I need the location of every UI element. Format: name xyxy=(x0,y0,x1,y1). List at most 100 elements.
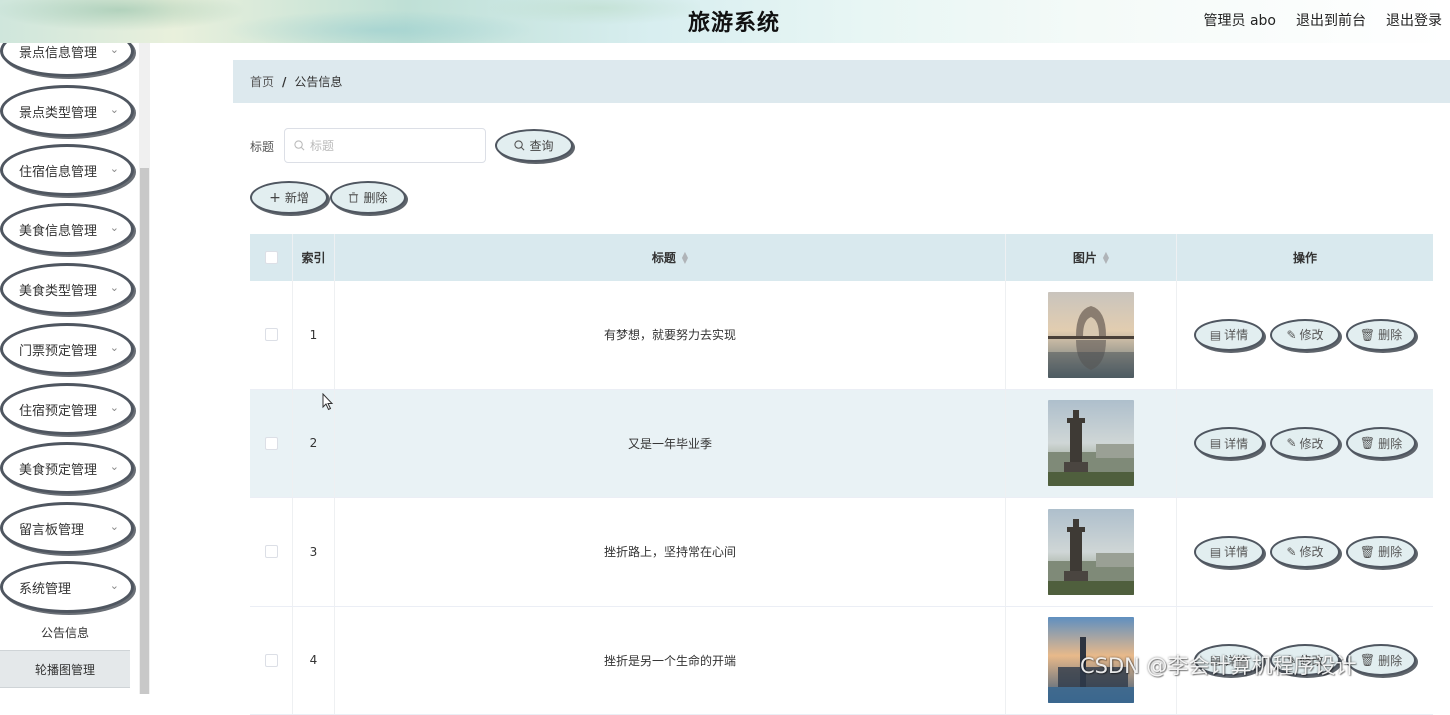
search-label: 标题 xyxy=(250,138,274,155)
plus-icon: + xyxy=(269,190,281,206)
logout-link[interactable]: 退出登录 xyxy=(1386,10,1442,30)
table-row: 3 挫折路上，坚持常在心间 ▤详情 ✎修改 🗑删除 xyxy=(250,498,1433,607)
user-label: 管理员 abo xyxy=(1204,10,1276,30)
delete-button[interactable]: 🗑删除 xyxy=(1346,536,1416,568)
sidebar-subitem-label: 轮播图管理 xyxy=(35,661,95,678)
sidebar-item-label: 美食类型管理 xyxy=(19,280,97,299)
table-row: 2 又是一年毕业季 ▤详情 ✎修改 🗑删除 xyxy=(250,390,1433,499)
edit-button[interactable]: ✎ 修改 xyxy=(1270,427,1340,459)
row-checkbox[interactable] xyxy=(265,545,278,558)
chevron-down-icon: ⌄ xyxy=(110,281,119,294)
row-image-cell xyxy=(1006,390,1177,498)
document-icon: ▤ xyxy=(1210,328,1221,342)
add-button-label: 新增 xyxy=(285,189,309,206)
breadcrumb-home[interactable]: 首页 xyxy=(250,73,274,90)
sidebar-subitem-carousel[interactable]: 轮播图管理 xyxy=(0,650,130,688)
edit-button-label: 修改 xyxy=(1300,326,1324,343)
detail-button[interactable]: ▤详情 xyxy=(1194,427,1264,459)
sidebar-subitem-label: 公告信息 xyxy=(41,624,89,641)
detail-button[interactable]: ▤详情 xyxy=(1194,536,1264,568)
thumbnail-image xyxy=(1048,400,1134,486)
breadcrumb-current: 公告信息 xyxy=(294,73,342,90)
detail-button-label: 详情 xyxy=(1224,543,1248,560)
chevron-down-icon: ⌄ xyxy=(110,103,119,116)
row-index: 4 xyxy=(293,607,335,715)
batch-delete-button[interactable]: 删除 xyxy=(330,181,406,214)
trash-icon: 🗑 xyxy=(1360,545,1375,559)
sidebar-item-label: 门票预定管理 xyxy=(19,340,97,359)
trash-icon: 🗑 xyxy=(1360,653,1375,667)
column-header-image[interactable]: 图片 ▲▼ xyxy=(1006,234,1177,281)
row-checkbox[interactable] xyxy=(265,328,278,341)
notice-table: 索引 标题 ▲▼ 图片 ▲▼ 操作 1 有梦想，就要努力去实现 xyxy=(250,234,1433,715)
chevron-down-icon: ⌄ xyxy=(110,401,119,414)
column-header-title[interactable]: 标题 ▲▼ xyxy=(335,234,1006,281)
row-title: 又是一年毕业季 xyxy=(335,390,1006,498)
sidebar-item-scenic-type[interactable]: 景点类型管理 ⌄ xyxy=(0,85,134,137)
detail-button-label: 详情 xyxy=(1224,326,1248,343)
thumbnail-image xyxy=(1048,292,1134,378)
chevron-down-icon: ⌄ xyxy=(110,579,119,592)
sidebar-item-label: 系统管理 xyxy=(19,578,71,597)
sidebar-item-system[interactable]: 系统管理 ⌄ xyxy=(0,561,134,613)
row-ops: ▤详情 ✎修改 🗑删除 xyxy=(1177,498,1433,606)
column-header-ops: 操作 xyxy=(1177,234,1433,281)
add-button[interactable]: + 新增 xyxy=(250,181,328,214)
detail-button[interactable]: ▤详情 xyxy=(1194,319,1264,351)
document-icon: ▤ xyxy=(1210,545,1221,559)
trash-icon: 🗑 xyxy=(1360,328,1375,342)
row-check-cell xyxy=(250,607,293,715)
detail-button-label: 详情 xyxy=(1224,435,1248,452)
breadcrumb-separator: / xyxy=(282,75,286,89)
select-all-checkbox[interactable] xyxy=(265,251,278,264)
mouse-cursor-icon xyxy=(322,393,334,411)
chevron-down-icon: ⌄ xyxy=(110,341,119,354)
chevron-down-icon: ⌄ xyxy=(110,520,119,533)
table-row: 1 有梦想，就要努力去实现 ▤详情 ✎修改 🗑删除 xyxy=(250,281,1433,390)
query-button-label: 查询 xyxy=(529,137,553,154)
sidebar-item-lodging-booking[interactable]: 住宿预定管理 ⌄ xyxy=(0,383,134,435)
pencil-icon: ✎ xyxy=(1286,545,1296,559)
search-icon xyxy=(514,140,525,151)
delete-button[interactable]: 🗑删除 xyxy=(1346,427,1416,459)
search-input-wrapper[interactable] xyxy=(284,128,486,163)
query-button[interactable]: 查询 xyxy=(495,129,573,162)
sort-icon[interactable]: ▲▼ xyxy=(682,252,688,264)
sort-icon[interactable]: ▲▼ xyxy=(1103,252,1109,264)
row-index: 3 xyxy=(293,498,335,606)
thumbnail-image xyxy=(1048,509,1134,595)
search-input[interactable] xyxy=(310,139,480,153)
top-header: 旅游系统 管理员 abo 退出到前台 退出登录 xyxy=(0,0,1450,43)
chevron-down-icon: ⌄ xyxy=(110,460,119,473)
delete-button-label: 删除 xyxy=(1378,652,1402,669)
row-ops: ▤详情 ✎ 修改 🗑删除 xyxy=(1177,390,1433,498)
sidebar-item-ticket-booking[interactable]: 门票预定管理 ⌄ xyxy=(0,323,134,375)
sidebar-item-message-board[interactable]: 留言板管理 ⌄ xyxy=(0,502,134,554)
sidebar-item-scenic-info[interactable]: 景点信息管理 ⌄ xyxy=(0,43,134,77)
chevron-down-icon: ⌄ xyxy=(110,162,119,175)
sidebar-item-food-booking[interactable]: 美食预定管理 ⌄ xyxy=(0,442,134,494)
trash-icon: 🗑 xyxy=(1360,436,1375,450)
edit-button[interactable]: ✎ 修改 xyxy=(1270,319,1340,351)
sidebar-scrollbar[interactable] xyxy=(139,43,150,694)
sidebar-item-food-info[interactable]: 美食信息管理 ⌄ xyxy=(0,203,134,255)
edit-button-label: 修改 xyxy=(1300,435,1324,452)
row-checkbox[interactable] xyxy=(265,437,278,450)
back-to-front-link[interactable]: 退出到前台 xyxy=(1296,10,1366,30)
sidebar-item-label: 美食预定管理 xyxy=(19,459,97,478)
table-header: 索引 标题 ▲▼ 图片 ▲▼ 操作 xyxy=(250,234,1433,281)
row-image-cell xyxy=(1006,498,1177,606)
row-title: 挫折是另一个生命的开端 xyxy=(335,607,1006,715)
sidebar-scrollbar-thumb[interactable] xyxy=(140,168,149,694)
edit-button[interactable]: ✎修改 xyxy=(1270,536,1340,568)
sidebar-subitem-notice[interactable]: 公告信息 xyxy=(0,613,130,651)
sidebar-item-lodging-info[interactable]: 住宿信息管理 ⌄ xyxy=(0,144,134,196)
sidebar-item-food-type[interactable]: 美食类型管理 ⌄ xyxy=(0,263,134,315)
row-checkbox[interactable] xyxy=(265,654,278,667)
sidebar-item-label: 住宿预定管理 xyxy=(19,400,97,419)
delete-button[interactable]: 🗑删除 xyxy=(1346,319,1416,351)
pencil-icon: ✎ xyxy=(1286,328,1296,342)
pencil-icon: ✎ xyxy=(1286,436,1296,450)
chevron-down-icon: ⌄ xyxy=(110,43,119,56)
row-title: 有梦想，就要努力去实现 xyxy=(335,281,1006,389)
